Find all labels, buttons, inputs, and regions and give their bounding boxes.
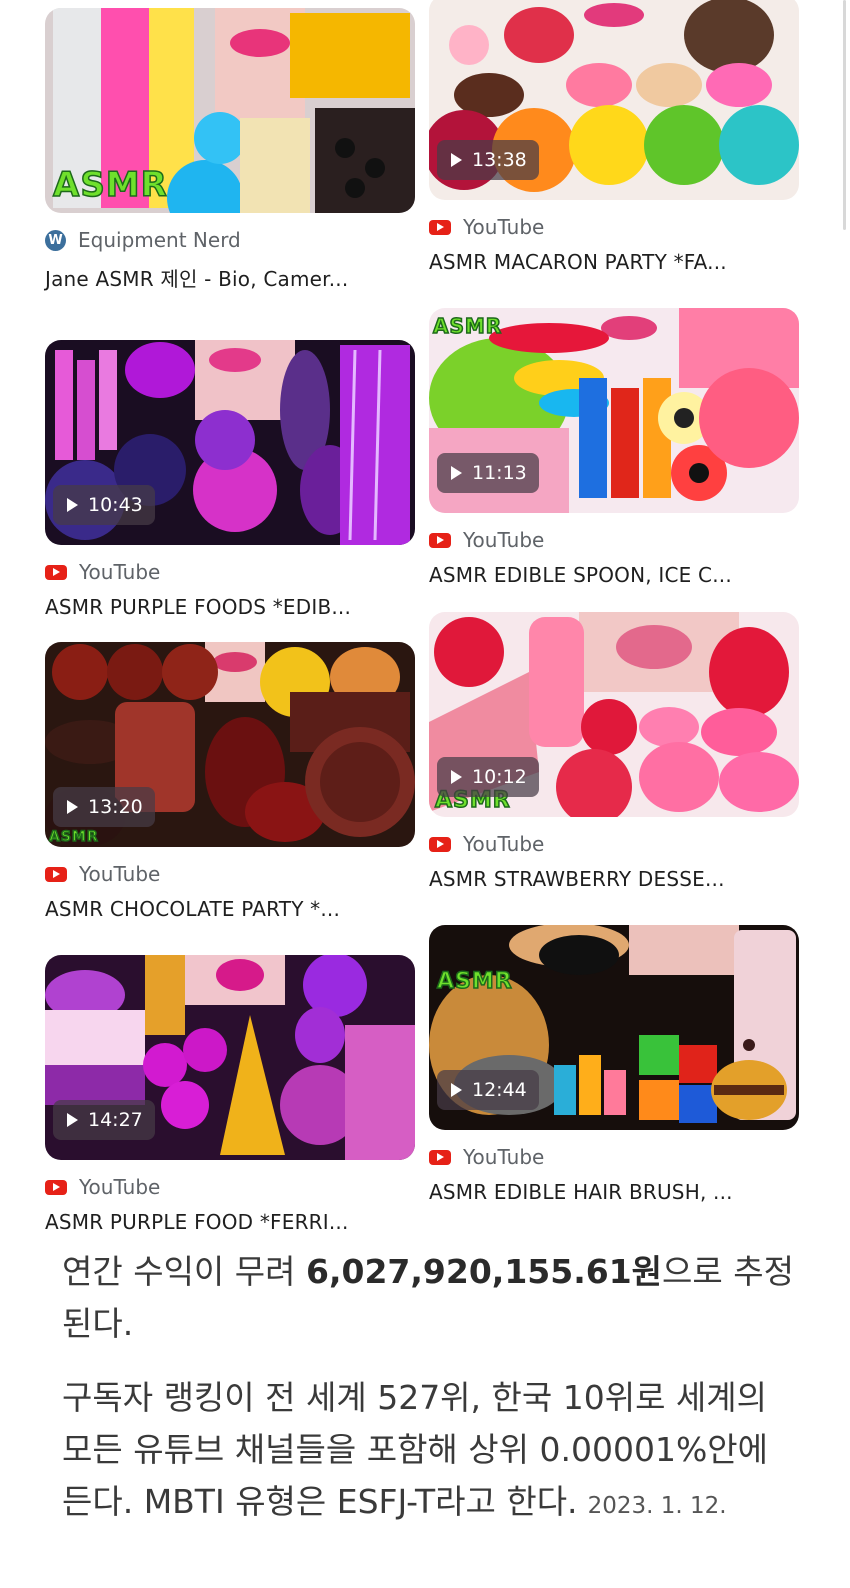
ranking-paragraph: 구독자 랭킹이 전 세계 527위, 한국 10위로 세계의 모든 유튜브 채널… xyxy=(62,1372,802,1532)
result-title[interactable]: Jane ASMR 제인 - Bio, Camer... xyxy=(45,263,415,292)
result-title[interactable]: ASMR EDIBLE HAIR BRUSH, ... xyxy=(429,1180,799,1204)
result-card[interactable]: ASMR 13:20 YouTube ASMR CHOCOLATE PARTY … xyxy=(45,642,415,921)
revenue-text-before: 연간 수익이 무려 xyxy=(62,1252,306,1291)
result-card[interactable]: ASMR 11:13 YouTube ASMR EDIBLE SPOON, IC… xyxy=(429,308,799,587)
play-icon xyxy=(451,466,462,480)
youtube-icon xyxy=(45,866,67,882)
duration-label: 10:43 xyxy=(88,494,143,516)
duration-label: 14:27 xyxy=(88,1109,143,1131)
duration-label: 11:13 xyxy=(472,462,527,484)
source-label: YouTube xyxy=(79,560,161,584)
duration-badge: 13:38 xyxy=(437,140,539,180)
video-thumbnail[interactable]: ASMR 10:12 xyxy=(429,612,799,817)
source-label: YouTube xyxy=(463,528,545,552)
video-thumbnail[interactable]: ASMR xyxy=(45,8,415,213)
video-thumbnail[interactable]: 14:27 xyxy=(45,955,415,1160)
result-title[interactable]: ASMR PURPLE FOOD *FERRI... xyxy=(45,1210,415,1232)
result-title[interactable]: ASMR STRAWBERRY DESSE... xyxy=(429,867,799,891)
youtube-icon xyxy=(45,1179,67,1195)
revenue-paragraph: 연간 수익이 무려 6,027,920,155.61원으로 추정된다. xyxy=(62,1246,802,1350)
duration-label: 10:12 xyxy=(472,766,527,788)
source-label: YouTube xyxy=(463,1145,545,1169)
duration-badge: 11:13 xyxy=(437,453,539,493)
revenue-amount: 6,027,920,155.61원 xyxy=(306,1252,663,1291)
play-icon xyxy=(451,153,462,167)
result-card[interactable]: 13:38 YouTube ASMR MACARON PARTY *FA... xyxy=(429,0,799,274)
result-card[interactable]: 14:27 YouTube ASMR PURPLE FOOD *FERRI... xyxy=(45,955,415,1232)
play-icon xyxy=(451,770,462,784)
duration-label: 12:44 xyxy=(472,1079,527,1101)
video-thumbnail[interactable]: 13:38 xyxy=(429,0,799,200)
result-card[interactable]: 10:43 YouTube ASMR PURPLE FOODS *EDIB... xyxy=(45,340,415,619)
result-source[interactable]: YouTube xyxy=(45,1174,415,1200)
duration-badge: 10:43 xyxy=(53,485,155,525)
source-label: Equipment Nerd xyxy=(78,228,241,252)
result-card[interactable]: ASMR 12:44 YouTube ASMR EDIBLE HAIR BRUS… xyxy=(429,925,799,1204)
scrollbar[interactable] xyxy=(843,0,846,230)
result-source[interactable]: YouTube xyxy=(429,1144,799,1170)
duration-badge: 14:27 xyxy=(53,1100,155,1140)
asmr-watermark: ASMR xyxy=(432,313,503,339)
play-icon xyxy=(67,1113,78,1127)
video-thumbnail[interactable]: ASMR 11:13 xyxy=(429,308,799,513)
youtube-icon xyxy=(429,1149,451,1165)
result-card[interactable]: ASMR 10:12 YouTube ASMR STRAWBERRY DESSE… xyxy=(429,612,799,891)
youtube-icon xyxy=(45,564,67,580)
result-source[interactable]: YouTube xyxy=(45,559,415,585)
duration-badge: 13:20 xyxy=(53,787,155,827)
source-label: YouTube xyxy=(463,215,545,239)
video-thumbnail[interactable]: ASMR 13:20 xyxy=(45,642,415,847)
source-label: YouTube xyxy=(79,862,161,886)
play-icon xyxy=(451,1083,462,1097)
asmr-watermark: ASMR xyxy=(48,828,99,846)
video-thumbnail[interactable]: ASMR 12:44 xyxy=(429,925,799,1130)
duration-label: 13:20 xyxy=(88,796,143,818)
source-label: YouTube xyxy=(463,832,545,856)
article-text: 연간 수익이 무려 6,027,920,155.61원으로 추정된다. 구독자 … xyxy=(0,1232,850,1588)
post-date: 2023. 1. 12. xyxy=(587,1493,727,1519)
duration-label: 13:38 xyxy=(472,149,527,171)
result-source[interactable]: YouTube xyxy=(429,214,799,240)
result-title[interactable]: ASMR MACARON PARTY *FA... xyxy=(429,250,799,274)
result-card[interactable]: ASMR W Equipment Nerd Jane ASMR 제인 - Bio… xyxy=(45,8,415,292)
result-title[interactable]: ASMR PURPLE FOODS *EDIB... xyxy=(45,595,415,619)
play-icon xyxy=(67,800,78,814)
play-icon xyxy=(67,498,78,512)
youtube-icon xyxy=(429,532,451,548)
image-results-grid: ASMR W Equipment Nerd Jane ASMR 제인 - Bio… xyxy=(0,0,850,1232)
youtube-icon xyxy=(429,836,451,852)
result-source[interactable]: YouTube xyxy=(45,861,415,887)
source-label: YouTube xyxy=(79,1175,161,1199)
result-source[interactable]: YouTube xyxy=(429,527,799,553)
wordpress-icon: W xyxy=(45,229,66,251)
result-source[interactable]: YouTube xyxy=(429,831,799,857)
asmr-watermark: ASMR xyxy=(436,968,513,995)
asmr-watermark: ASMR xyxy=(52,164,168,206)
result-title[interactable]: ASMR EDIBLE SPOON, ICE C... xyxy=(429,563,799,587)
duration-badge: 12:44 xyxy=(437,1070,539,1110)
result-title[interactable]: ASMR CHOCOLATE PARTY *... xyxy=(45,897,415,921)
youtube-icon xyxy=(429,219,451,235)
video-thumbnail[interactable]: 10:43 xyxy=(45,340,415,545)
result-source[interactable]: W Equipment Nerd xyxy=(45,227,415,253)
duration-badge: 10:12 xyxy=(437,757,539,797)
